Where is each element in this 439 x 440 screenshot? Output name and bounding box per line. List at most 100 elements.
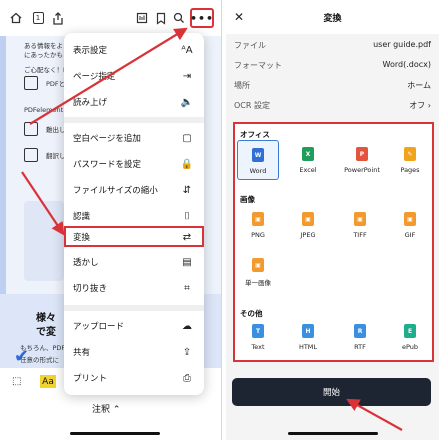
menu-item-read-aloud[interactable]: 読み上げ 🔈 [64,89,204,115]
page-number-icon[interactable]: 1 [30,10,46,26]
search-icon[interactable] [171,10,187,26]
format-excel[interactable]: X Excel [287,147,329,174]
ocr-settings-row[interactable]: OCR 設定 オフ › [234,96,431,116]
menu-item-label: ファイルサイズの縮小 [73,186,158,196]
format-gif[interactable]: ▣ GIF [389,212,431,239]
format-single-image[interactable]: ▣ 単一画像 [237,258,279,287]
menu-item-label: パスワードを設定 [73,160,142,170]
format-label: JPEG [300,231,316,239]
menu-item-label: 読み上げ [73,98,108,108]
translate-feature-icon [24,148,38,162]
lock-icon: 🔒 [180,158,194,170]
row-key: OCR 設定 [234,101,270,110]
powerpoint-icon: P [356,147,368,161]
format-label: PNG [251,231,265,239]
menu-item-go-to-page[interactable]: ページ指定 ⇥ [64,63,204,89]
format-label: PowerPoint [344,166,380,174]
convert-header: ✕ 変換 [226,0,439,34]
speaker-icon: 🔈 [180,96,194,108]
menu-item-watermark[interactable]: 透かし ▤ [64,249,204,275]
jpeg-icon: ▣ [302,212,314,226]
menu-item-add-blank-page[interactable]: 空白ページを追加 ▢ [64,125,204,151]
row-key: フォーマット [234,61,282,70]
row-value: ホーム [407,81,431,90]
home-indicator [288,432,378,435]
format-png[interactable]: ▣ PNG [237,212,279,239]
format-label: RTF [354,343,366,351]
doc-text-line: もちろん、PDFe [20,344,69,352]
menu-item-upload[interactable]: アップロード ☁ [64,313,204,339]
gif-icon: ▣ [404,212,416,226]
menu-item-label: 切り抜き [73,284,108,294]
format-html[interactable]: H HTML [287,324,329,351]
menu-item-compress[interactable]: ファイルサイズの縮小 ⇵ [64,177,204,203]
menu-item-crop[interactable]: 切り抜き ⌗ [64,275,204,301]
format-label: HTML [298,343,318,351]
home-icon[interactable] [8,10,24,26]
menu-item-label: アップロード [73,322,125,332]
format-label: Pages [400,166,420,174]
annotation-mode-button[interactable]: 注釈 ⌃ [92,402,120,415]
format-row[interactable]: フォーマット Word(.docx) [234,56,431,76]
excel-icon: X [302,147,314,161]
format-label: Text [251,343,265,351]
doc-text-line: 任意の形式に [20,356,59,364]
html-icon: H [302,324,314,338]
cloud-upload-icon: ☁ [182,320,192,332]
crop-icon: ⌗ [184,282,190,294]
doc-text-line: PDFと [46,80,66,88]
tools-icon[interactable] [134,10,150,26]
format-jpeg[interactable]: ▣ JPEG [287,212,329,239]
select-box-icon[interactable]: ⬚ [12,376,21,387]
menu-divider [64,117,204,123]
rtf-icon: R [354,324,366,338]
menu-item-print[interactable]: プリント ⎙ [64,365,204,391]
menu-item-label: ページ指定 [73,72,116,82]
format-label: ePub [401,343,419,351]
share-icon: ⇪ [182,346,192,358]
convert-panel: ✕ 変換 ファイル user guide.pdf フォーマット Word(.do… [226,0,439,440]
watermark-icon: ▤ [182,256,192,268]
format-rtf[interactable]: R RTF [339,324,381,351]
format-text[interactable]: T Text [237,324,279,351]
doc-text-line: にあったかもし [24,51,70,59]
format-selection-box: オフィス W Word X Excel P PowerPoint ✎ Pages… [233,122,434,362]
epub-icon: E [404,324,416,338]
menu-item-set-password[interactable]: パスワードを設定 🔒 [64,151,204,177]
single-image-icon: ▣ [252,258,264,272]
pdf-viewer-panel: 1 ••• ある情報をより早 にあったかもし ご心配なく！PDF PDFと PD… [0,0,222,440]
menu-item-display-settings[interactable]: 表示設定 ᴬA [64,37,204,63]
menu-item-label: 変換 [73,232,91,243]
menu-item-label: プリント [73,374,108,384]
doc-heading: で変 [36,327,56,338]
row-key: ファイル [234,41,266,50]
word-icon: W [252,148,264,162]
share-icon[interactable] [50,10,66,26]
format-word[interactable]: W Word [237,140,279,180]
bookmark-icon[interactable] [153,10,169,26]
format-pages[interactable]: ✎ Pages [389,147,431,174]
menu-item-label: 認識 [73,212,91,222]
summary-feature-icon [24,122,38,136]
more-menu-button[interactable]: ••• [190,8,214,28]
format-epub[interactable]: E ePub [389,324,431,351]
location-row[interactable]: 場所 ホーム [234,76,431,96]
file-row: ファイル user guide.pdf [234,36,431,56]
printer-icon: ⎙ [183,372,191,384]
format-powerpoint[interactable]: P PowerPoint [337,147,387,174]
format-label: Word [249,167,267,175]
format-label: Excel [299,166,317,174]
menu-item-share[interactable]: 共有 ⇪ [64,339,204,365]
start-button[interactable]: 開始 [232,378,431,406]
row-value: Word(.docx) [382,60,431,69]
text-highlight-button[interactable]: Aa [40,375,56,388]
shuffle-icon: ⇄ [182,231,192,243]
doc-screenshot-thumbnail [24,201,64,281]
menu-item-label: 共有 [73,348,91,358]
go-to-page-icon: ⇥ [182,70,192,82]
format-label: GIF [404,231,416,239]
menu-item-convert[interactable]: 変換 ⇄ [64,226,204,247]
format-tiff[interactable]: ▣ TIFF [339,212,381,239]
section-title-office: オフィス [240,130,270,139]
menu-item-label: 空白ページを追加 [73,134,141,144]
